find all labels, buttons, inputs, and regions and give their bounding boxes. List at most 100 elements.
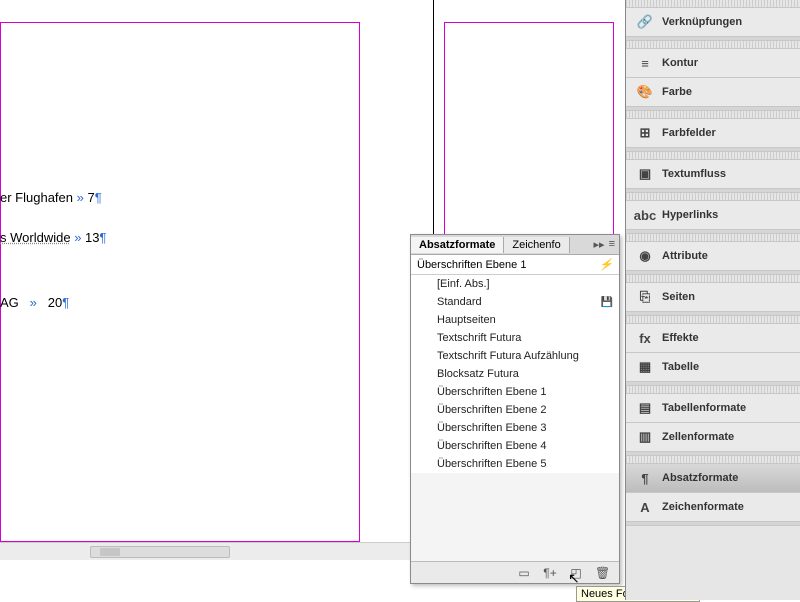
panel-group-grip[interactable] bbox=[626, 316, 800, 324]
sidebar-item-tabellenformate[interactable]: ▤ Tabellenformate bbox=[626, 394, 800, 423]
style-row[interactable]: Überschriften Ebene 1 bbox=[411, 383, 619, 401]
pilcrow-icon: ¶ bbox=[62, 295, 69, 310]
sidebar-item-effekte[interactable]: fxEffekte bbox=[626, 324, 800, 353]
disk-icon: 💾 bbox=[601, 297, 613, 308]
sidebar-item-label: Tabellenformate bbox=[662, 402, 746, 414]
sidebar-item-farbfelder[interactable]: ⊞ Farbfelder bbox=[626, 119, 800, 148]
style-row[interactable]: Überschriften Ebene 3 bbox=[411, 419, 619, 437]
sidebar-item-label: Hyperlinks bbox=[662, 209, 718, 221]
paragraph-styles-panel[interactable]: Absatzformate Zeichenfo ▸▸ ≡ Überschrift… bbox=[410, 234, 620, 584]
panel-group-grip[interactable] bbox=[626, 456, 800, 464]
style-row[interactable]: Überschriften Ebene 5 bbox=[411, 455, 619, 473]
pilcrow-icon: ¶ bbox=[100, 230, 107, 245]
style-label: Textschrift Futura Aufzählung bbox=[437, 350, 579, 362]
panel-group-grip[interactable] bbox=[626, 111, 800, 119]
sidebar-item-label: Zeichenformate bbox=[662, 501, 744, 513]
sidebar-item-label: Tabelle bbox=[662, 361, 699, 373]
pilcrow-icon: ¶ bbox=[95, 190, 102, 205]
style-row[interactable]: Überschriften Ebene 2 bbox=[411, 401, 619, 419]
toc-separator: » bbox=[77, 190, 84, 205]
new-folder-icon[interactable]: ▭ bbox=[517, 566, 531, 580]
clear-overrides-icon[interactable]: ¶+ bbox=[543, 566, 557, 580]
sidebar-item-label: Verknüpfungen bbox=[662, 16, 742, 28]
verknüpfungen-icon: 🔗 bbox=[636, 14, 654, 30]
toc-text: er Flughafen bbox=[0, 190, 73, 205]
style-row[interactable]: Standard 💾 bbox=[411, 293, 619, 311]
sidebar-item-label: Kontur bbox=[662, 57, 698, 69]
farbfelder-icon: ⊞ bbox=[636, 125, 654, 141]
kontur-icon: ≡ bbox=[636, 55, 654, 71]
zellenformate-icon: ▥ bbox=[636, 429, 654, 445]
sidebar-item-label: Zellenformate bbox=[662, 431, 734, 443]
farbe-icon: 🎨 bbox=[636, 84, 654, 100]
absatzformate-icon: ¶ bbox=[636, 470, 654, 486]
sidebar-item-farbe[interactable]: 🎨 Farbe bbox=[626, 78, 800, 107]
toc-pagenum: 7 bbox=[87, 190, 94, 205]
tabellenformate-icon: ▤ bbox=[636, 400, 654, 416]
sidebar-item-kontur[interactable]: ≡ Kontur bbox=[626, 49, 800, 78]
sidebar-item-seiten[interactable]: ⎘ Seiten bbox=[626, 283, 800, 312]
textumfluss-icon: ▣ bbox=[636, 166, 654, 182]
sidebar-item-label: Seiten bbox=[662, 291, 695, 303]
panel-group-grip[interactable] bbox=[626, 386, 800, 394]
toc-pagenum: 13 bbox=[85, 230, 99, 245]
toc-line[interactable]: s Worldwide » 13¶ bbox=[0, 230, 107, 245]
panel-footer: ▭ ¶+ ◰ 🗑 bbox=[411, 561, 619, 583]
panel-current-style: Überschriften Ebene 1 ⚡ bbox=[411, 255, 619, 275]
style-row[interactable]: Textschrift Futura bbox=[411, 329, 619, 347]
seiten-icon: ⎘ bbox=[636, 289, 654, 305]
tab-absatzformate[interactable]: Absatzformate bbox=[411, 237, 504, 253]
page-frame-left bbox=[0, 22, 360, 542]
override-indicator-icon[interactable]: ⚡ bbox=[599, 258, 613, 271]
tab-zeichenformate[interactable]: Zeichenfo bbox=[504, 237, 569, 253]
panel-group-grip[interactable] bbox=[626, 234, 800, 242]
style-label: Überschriften Ebene 3 bbox=[437, 422, 546, 434]
new-style-icon[interactable]: ◰ bbox=[569, 566, 583, 580]
sidebar-item-zeichenformate[interactable]: AZeichenformate bbox=[626, 493, 800, 522]
attribute-icon: ◉ bbox=[636, 248, 654, 264]
style-list[interactable]: [Einf. Abs.] Standard 💾 Hauptseiten Textschr… bbox=[411, 275, 619, 473]
panel-group-grip[interactable] bbox=[626, 0, 800, 8]
sidebar-item-attribute[interactable]: ◉Attribute bbox=[626, 242, 800, 271]
sidebar-item-label: Farbe bbox=[662, 86, 692, 98]
panel-menu-icon[interactable]: ≡ bbox=[609, 238, 615, 251]
sidebar-item-absatzformate[interactable]: ¶ Absatzformate bbox=[626, 464, 800, 493]
panel-group-grip[interactable] bbox=[626, 193, 800, 201]
delete-style-icon[interactable]: 🗑 bbox=[595, 566, 609, 580]
sidebar-item-hyperlinks[interactable]: abc Hyperlinks bbox=[626, 201, 800, 230]
style-label: Standard bbox=[437, 296, 482, 308]
panel-tabbar: Absatzformate Zeichenfo ▸▸ ≡ bbox=[411, 235, 619, 255]
sidebar-gap bbox=[626, 522, 800, 526]
panel-group-grip[interactable] bbox=[626, 275, 800, 283]
sidebar-item-tabelle[interactable]: ▦Tabelle bbox=[626, 353, 800, 382]
style-label: Überschriften Ebene 5 bbox=[437, 458, 546, 470]
current-style-label: Überschriften Ebene 1 bbox=[417, 259, 526, 271]
sidebar-item-label: Farbfelder bbox=[662, 127, 716, 139]
toc-text: s Worldwide bbox=[0, 230, 71, 245]
style-row[interactable]: Hauptseiten bbox=[411, 311, 619, 329]
style-row[interactable]: Überschriften Ebene 4 bbox=[411, 437, 619, 455]
effekte-icon: fx bbox=[636, 330, 654, 346]
style-label: [Einf. Abs.] bbox=[437, 278, 490, 290]
toc-line[interactable]: AG » 20¶ bbox=[0, 295, 69, 310]
style-row[interactable]: [Einf. Abs.] bbox=[411, 275, 619, 293]
toc-text: AG bbox=[0, 295, 19, 310]
toc-pagenum: 20 bbox=[48, 295, 62, 310]
toc-separator: » bbox=[74, 230, 81, 245]
scrollbar-thumb[interactable] bbox=[100, 548, 120, 556]
style-label: Hauptseiten bbox=[437, 314, 496, 326]
sidebar-item-textumfluss[interactable]: ▣ Textumfluss bbox=[626, 160, 800, 189]
panel-group-grip[interactable] bbox=[626, 152, 800, 160]
toc-line[interactable]: er Flughafen » 7¶ bbox=[0, 190, 102, 205]
sidebar-item-verknüpfungen[interactable]: 🔗 Verknüpfungen bbox=[626, 8, 800, 37]
sidebar-item-label: Absatzformate bbox=[662, 472, 738, 484]
style-label: Überschriften Ebene 4 bbox=[437, 440, 546, 452]
style-row[interactable]: Textschrift Futura Aufzählung bbox=[411, 347, 619, 365]
style-row[interactable]: Blocksatz Futura bbox=[411, 365, 619, 383]
panel-collapse-icon[interactable]: ▸▸ bbox=[594, 238, 605, 251]
panel-group-grip[interactable] bbox=[626, 41, 800, 49]
style-label: Blocksatz Futura bbox=[437, 368, 519, 380]
hyperlinks-icon: abc bbox=[636, 207, 654, 223]
sidebar-item-label: Textumfluss bbox=[662, 168, 726, 180]
sidebar-item-zellenformate[interactable]: ▥ Zellenformate bbox=[626, 423, 800, 452]
